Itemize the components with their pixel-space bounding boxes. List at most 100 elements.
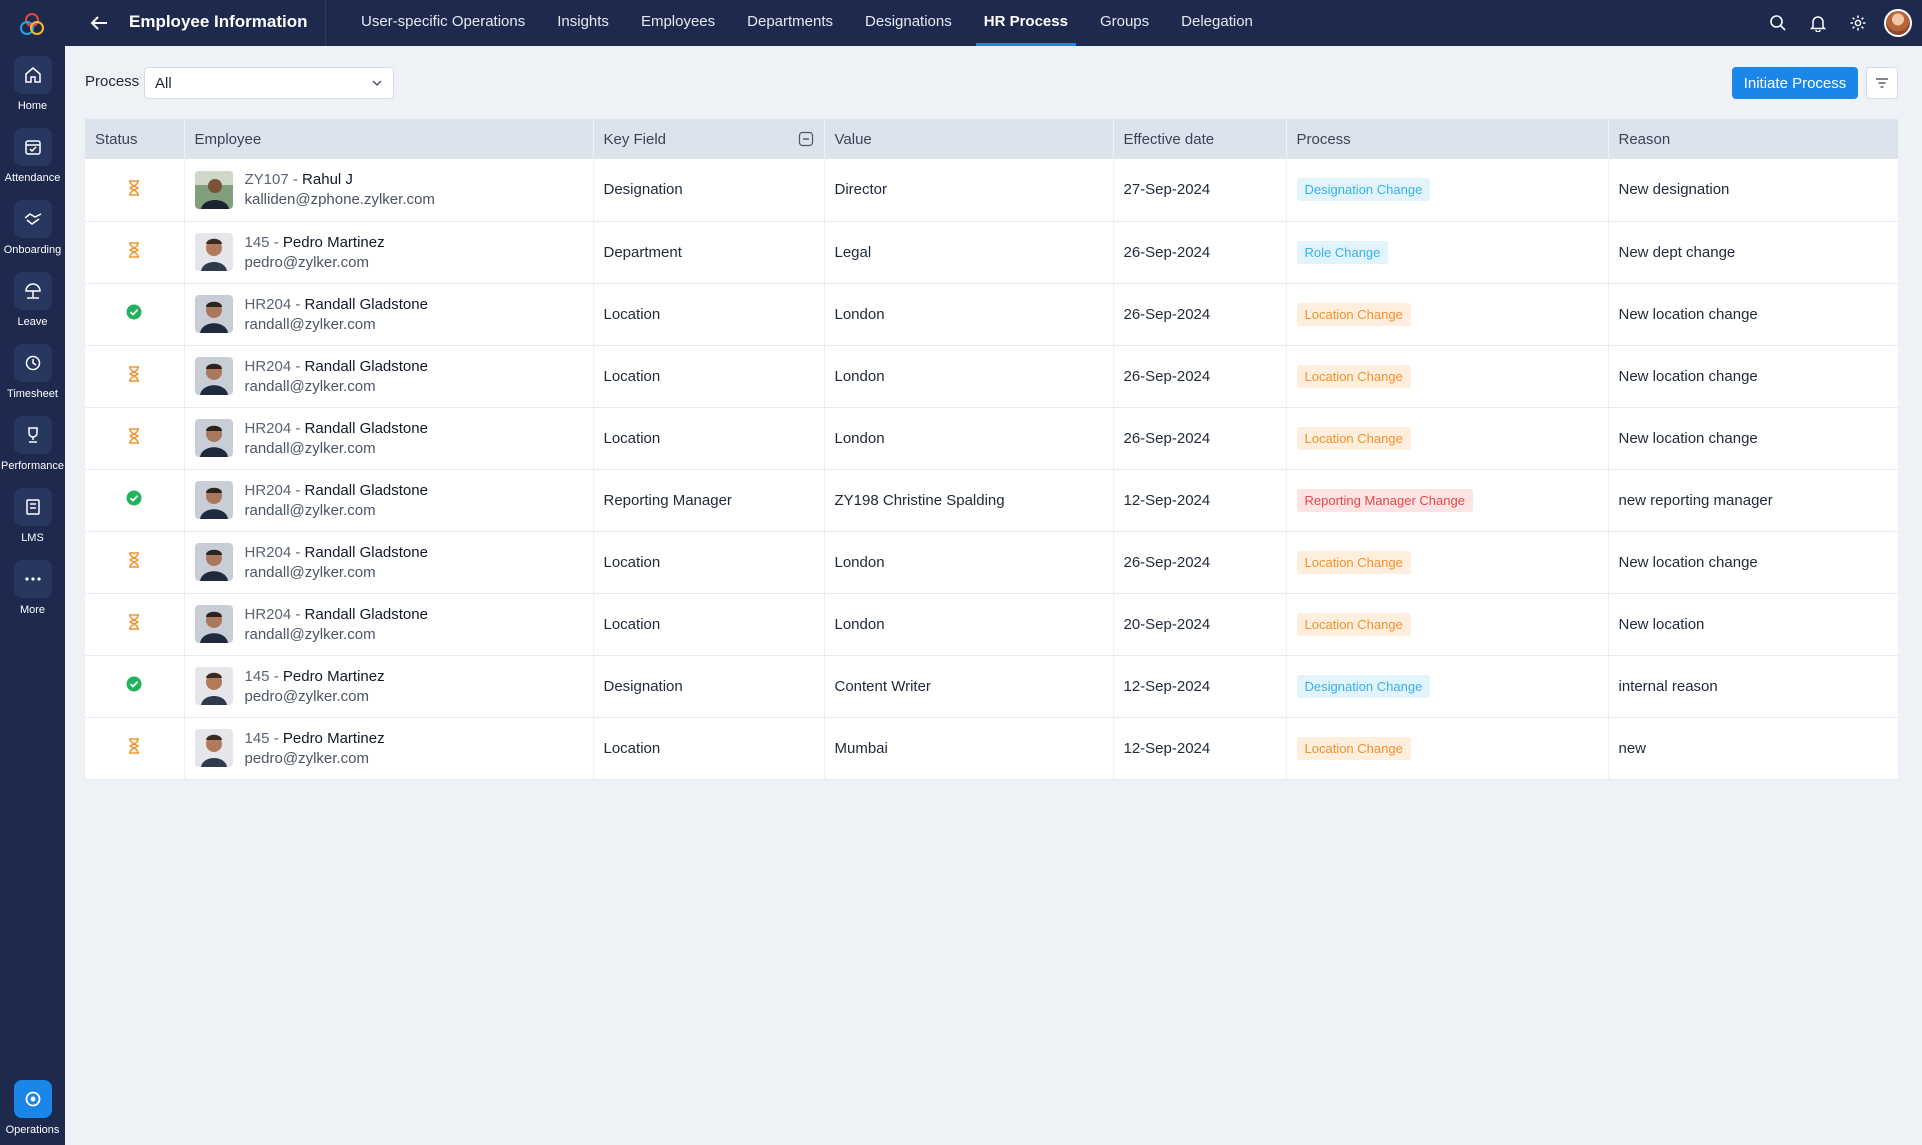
value-cell: Legal (824, 221, 1114, 284)
rail-item-performance[interactable]: Performance (0, 416, 65, 472)
process-filter-label: Process (85, 73, 140, 90)
employee-cell[interactable]: 145 - Pedro Martinez pedro@zylker.com (184, 717, 594, 780)
key-field-cell: Location (593, 345, 825, 408)
app-logo-icon[interactable] (19, 12, 45, 38)
reason-cell: New location change (1608, 531, 1899, 594)
rail-item-operations[interactable]: Operations (0, 1080, 65, 1136)
employee-name[interactable]: Randall Gladstone (305, 482, 428, 499)
id-separator: - (269, 729, 283, 747)
reason-cell: new (1608, 717, 1899, 780)
table-row[interactable]: 145 - Pedro Martinez pedro@zylker.com Depa… (85, 221, 1899, 284)
key-field-cell: Location (593, 593, 825, 656)
id-separator: - (291, 295, 305, 313)
search-icon[interactable] (1758, 0, 1798, 46)
umbrella-icon (13, 272, 52, 310)
rail-item-timesheet[interactable]: Timesheet (0, 344, 65, 400)
tab-user-specific-operations[interactable]: User-specific Operations (345, 0, 541, 46)
status-cell (85, 593, 185, 656)
employee-cell[interactable]: 145 - Pedro Martinez pedro@zylker.com (184, 655, 594, 718)
initiate-process-button[interactable]: Initiate Process (1732, 67, 1858, 99)
effective-date-cell: 20-Sep-2024 (1113, 593, 1287, 656)
table-row[interactable]: HR204 - Randall Gladstone randall@zylker.… (85, 345, 1899, 408)
employee-cell[interactable]: HR204 - Randall Gladstone randall@zylker.… (184, 407, 594, 470)
rail-label: Attendance (4, 172, 61, 184)
tab-delegation[interactable]: Delegation (1165, 0, 1269, 46)
employee-name[interactable]: Rahul J (302, 171, 353, 188)
tab-groups[interactable]: Groups (1084, 0, 1165, 46)
employee-avatar (194, 170, 233, 209)
column-header-value[interactable]: Value (824, 119, 1114, 159)
employee-name[interactable]: Pedro Martinez (283, 234, 385, 251)
table-row[interactable]: 145 - Pedro Martinez pedro@zylker.com Loca… (85, 717, 1899, 780)
table-row[interactable]: ZY107 - Rahul J kalliden@zphone.zylker.co… (85, 159, 1899, 222)
rail-item-onboarding[interactable]: Onboarding (0, 200, 65, 256)
more-icon (13, 560, 52, 598)
tab-designations[interactable]: Designations (849, 0, 968, 46)
back-arrow-icon[interactable] (85, 9, 113, 37)
employee-name[interactable]: Randall Gladstone (305, 358, 428, 375)
tab-insights[interactable]: Insights (541, 0, 625, 46)
rail-item-more[interactable]: More (0, 560, 65, 616)
home-icon (13, 56, 52, 94)
column-header-employee[interactable]: Employee (184, 119, 594, 159)
table-row[interactable]: HR204 - Randall Gladstone randall@zylker.… (85, 283, 1899, 346)
process-cell: Location Change (1286, 283, 1609, 346)
rail-item-attendance[interactable]: Attendance (0, 128, 65, 184)
effective-date-cell: 12-Sep-2024 (1113, 717, 1287, 780)
table-row[interactable]: HR204 - Randall Gladstone randall@zylker.… (85, 593, 1899, 656)
tab-hr-process[interactable]: HR Process (968, 0, 1084, 46)
table-row[interactable]: HR204 - Randall Gladstone randall@zylker.… (85, 469, 1899, 532)
rail-item-leave[interactable]: Leave (0, 272, 65, 328)
column-header-effective-date[interactable]: Effective date (1113, 119, 1287, 159)
employee-name[interactable]: Pedro Martinez (283, 668, 385, 685)
process-cell: Location Change (1286, 717, 1609, 780)
process-cell: Location Change (1286, 407, 1609, 470)
rail-label: Home (17, 100, 48, 112)
table-row[interactable]: 145 - Pedro Martinez pedro@zylker.com Desi… (85, 655, 1899, 718)
employee-name[interactable]: Randall Gladstone (305, 544, 428, 561)
employee-email: pedro@zylker.com (244, 749, 369, 767)
employee-name[interactable]: Randall Gladstone (305, 420, 428, 437)
process-badge: Reporting Manager Change (1296, 488, 1473, 512)
employee-name[interactable]: Randall Gladstone (305, 606, 428, 623)
employee-cell[interactable]: HR204 - Randall Gladstone randall@zylker.… (184, 531, 594, 594)
employee-id: HR204 (244, 605, 292, 623)
pending-hourglass-icon (128, 614, 140, 634)
approved-check-icon (126, 490, 142, 510)
value-cell: London (824, 531, 1114, 594)
gear-icon[interactable] (1838, 0, 1878, 46)
employee-name[interactable]: Randall Gladstone (305, 296, 428, 313)
user-avatar[interactable] (1884, 9, 1912, 37)
employee-cell[interactable]: ZY107 - Rahul J kalliden@zphone.zylker.co… (184, 159, 594, 222)
bell-icon[interactable] (1798, 0, 1838, 46)
tab-employees[interactable]: Employees (625, 0, 731, 46)
employee-name[interactable]: Pedro Martinez (283, 730, 385, 747)
employee-cell[interactable]: HR204 - Randall Gladstone randall@zylker.… (184, 469, 594, 532)
trophy-icon (13, 416, 52, 454)
table-row[interactable]: HR204 - Randall Gladstone randall@zylker.… (85, 407, 1899, 470)
employee-cell[interactable]: 145 - Pedro Martinez pedro@zylker.com (184, 221, 594, 284)
employee-cell[interactable]: HR204 - Randall Gladstone randall@zylker.… (184, 593, 594, 656)
filter-button[interactable] (1866, 67, 1898, 99)
process-badge: Location Change (1296, 612, 1411, 636)
reason-cell: New location change (1608, 407, 1899, 470)
column-header-key-field[interactable]: Key Field (593, 119, 825, 159)
column-header-process[interactable]: Process (1286, 119, 1609, 159)
status-cell (85, 531, 185, 594)
rail-item-lms[interactable]: LMS (0, 488, 65, 544)
reason-cell: New designation (1608, 159, 1899, 222)
column-header-reason[interactable]: Reason (1608, 119, 1899, 159)
top-bar: Employee Information User-specific Opera… (65, 0, 1922, 46)
tab-departments[interactable]: Departments (731, 0, 849, 46)
rail-label: Operations (5, 1124, 60, 1136)
column-header-status[interactable]: Status (85, 119, 185, 159)
effective-date-cell: 12-Sep-2024 (1113, 655, 1287, 718)
approved-check-icon (126, 304, 142, 324)
key-field-toggle-icon[interactable] (798, 131, 814, 147)
rail-item-home[interactable]: Home (0, 56, 65, 112)
table-row[interactable]: HR204 - Randall Gladstone randall@zylker.… (85, 531, 1899, 594)
employee-cell[interactable]: HR204 - Randall Gladstone randall@zylker.… (184, 283, 594, 346)
employee-id: HR204 (244, 481, 292, 499)
employee-cell[interactable]: HR204 - Randall Gladstone randall@zylker.… (184, 345, 594, 408)
process-filter-select[interactable]: All (144, 67, 394, 99)
